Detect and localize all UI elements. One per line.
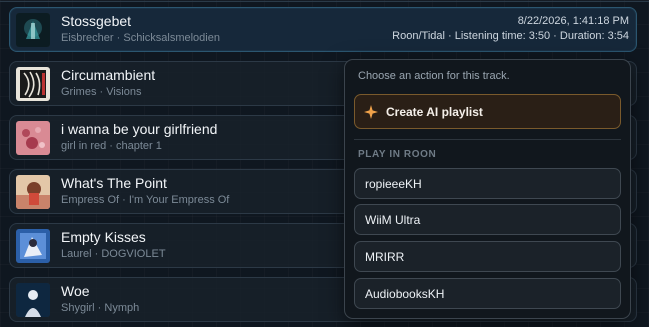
- track-artist-album: Empress Of · I'm Your Empress Of: [61, 194, 230, 206]
- zone-button-mrirr[interactable]: MRIRR: [354, 241, 621, 272]
- track-artist-album: Laurel · DOGVIOLET: [61, 248, 166, 260]
- album-cover: [16, 67, 50, 101]
- track-row[interactable]: Stossgebet Eisbrecher · Schicksalsmelodi…: [9, 7, 637, 52]
- track-source-info: Roon/Tidal · Listening time: 3:50 · Dura…: [392, 30, 629, 42]
- album-cover: [16, 121, 50, 155]
- track-artist-album: Eisbrecher · Schicksalsmelodien: [61, 32, 220, 44]
- popup-prompt: Choose an action for this track.: [358, 70, 510, 82]
- popup-divider: [354, 139, 621, 140]
- track-title: Stossgebet: [61, 13, 132, 29]
- zone-button-wiim-ultra[interactable]: WiiM Ultra: [354, 204, 621, 235]
- track-title: Circumambient: [61, 67, 156, 83]
- track-artist-album: Grimes · Visions: [61, 86, 142, 98]
- album-cover: [16, 229, 50, 263]
- zone-button-audiobookskh[interactable]: AudiobooksKH: [354, 278, 621, 309]
- track-title: What's The Point: [61, 175, 167, 191]
- play-in-roon-heading: PLAY IN ROON: [358, 149, 437, 160]
- album-cover: [16, 13, 50, 47]
- create-ai-playlist-button[interactable]: Create AI playlist: [354, 94, 621, 129]
- track-action-popup: Choose an action for this track. Create …: [344, 59, 631, 319]
- track-played-at: 8/22/2026, 1:41:18 PM: [517, 15, 629, 27]
- track-artist-album: girl in red · chapter 1: [61, 140, 162, 152]
- album-cover: [16, 175, 50, 209]
- create-ai-playlist-label: Create AI playlist: [386, 104, 483, 119]
- track-title: Woe: [61, 283, 90, 299]
- sparkle-icon: [364, 104, 378, 119]
- track-title: i wanna be your girlfriend: [61, 121, 218, 137]
- track-title: Empty Kisses: [61, 229, 146, 245]
- top-divider: [0, 0, 649, 2]
- track-artist-album: Shygirl · Nymph: [61, 302, 140, 314]
- album-cover: [16, 283, 50, 317]
- zone-button-ropieeekh[interactable]: ropieeeKH: [354, 168, 621, 199]
